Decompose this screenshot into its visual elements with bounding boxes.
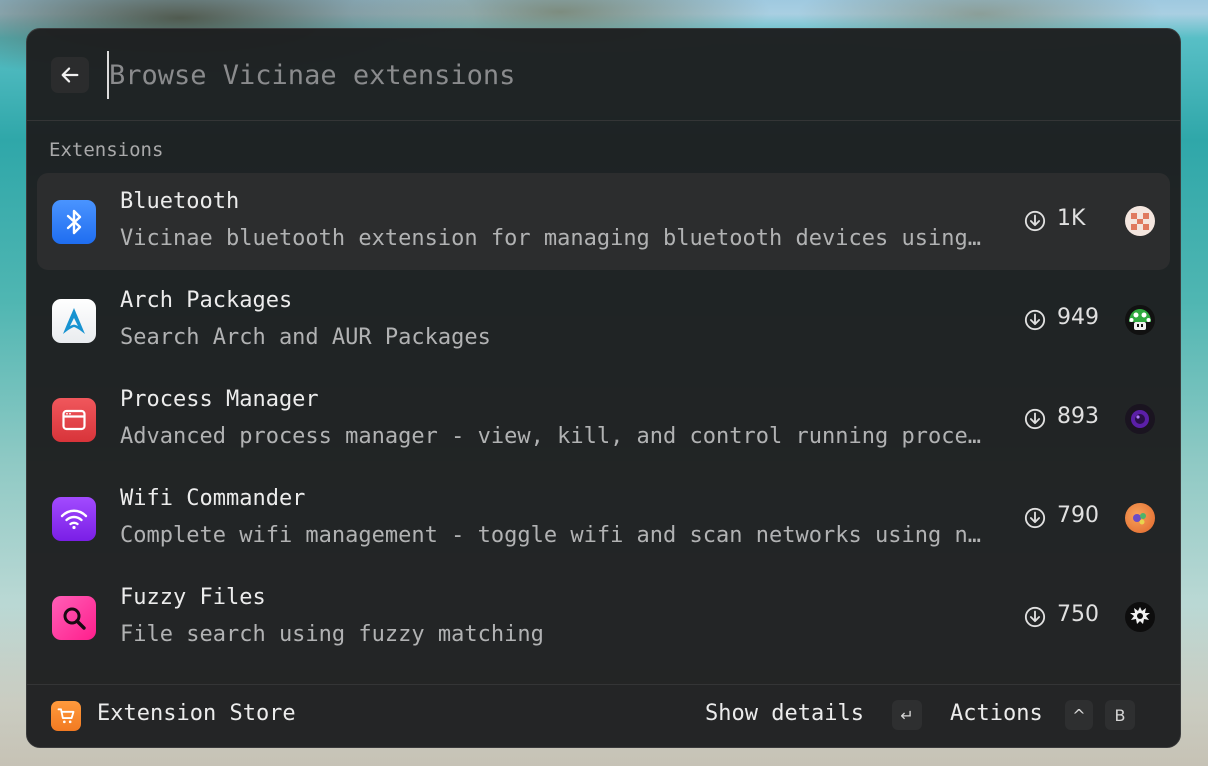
download-icon [1024,606,1046,628]
arrow-left-icon [61,67,79,83]
download-icon [1024,507,1046,529]
navigation-title: Extension Store [97,701,296,726]
bluetooth-icon [52,200,96,244]
wifi-icon [52,497,96,541]
extension-title: Arch Packages [120,288,293,313]
extension-title: Bluetooth [120,189,240,214]
extension-description: Search Arch and AUR Packages [120,325,491,350]
b-key-hint: B [1105,700,1135,730]
section-header: Extensions [49,139,164,161]
magnifier-icon [52,596,96,640]
search-bar [27,29,1180,121]
extension-description: Advanced process manager - view, kill, a… [120,424,992,449]
show-details-button[interactable]: Show details [705,701,864,726]
download-icon [1024,309,1046,331]
author-avatar [1125,206,1155,236]
download-count: 893 [1057,404,1099,429]
extension-row-fuzzy-files[interactable]: Fuzzy Files File search using fuzzy matc… [37,569,1170,666]
enter-key-hint: ↵ [892,700,922,730]
author-avatar [1125,602,1155,632]
author-avatar [1125,305,1155,335]
extension-title: Process Manager [120,387,319,412]
download-count: 949 [1057,305,1099,330]
extension-description: Vicinae bluetooth extension for managing… [120,226,992,251]
app-window-icon [52,398,96,442]
download-icon [1024,210,1046,232]
extension-row-wifi-commander[interactable]: Wifi Commander Complete wifi management … [37,470,1170,567]
extension-description: Complete wifi management - toggle wifi a… [120,523,992,548]
download-count: 790 [1057,503,1099,528]
shopping-cart-icon [51,701,81,731]
extension-title: Fuzzy Files [120,585,266,610]
extension-list: Bluetooth Vicinae bluetooth extension fo… [37,173,1170,668]
download-icon [1024,408,1046,430]
extension-title: Wifi Commander [120,486,306,511]
arch-linux-icon [52,299,96,343]
footer-bar: Extension Store Show details ↵ Actions ^… [27,684,1180,747]
extension-row-arch-packages[interactable]: Arch Packages Search Arch and AUR Packag… [37,272,1170,369]
extension-row-bluetooth[interactable]: Bluetooth Vicinae bluetooth extension fo… [37,173,1170,270]
download-count: 1K [1057,206,1086,231]
author-avatar [1125,404,1155,434]
extension-row-process-manager[interactable]: Process Manager Advanced process manager… [37,371,1170,468]
actions-button[interactable]: Actions [950,701,1043,726]
control-key-hint: ^ [1065,700,1093,730]
search-input[interactable] [107,51,1009,99]
launcher-window: Extensions Bluetooth Vicinae bluetooth e… [26,28,1181,748]
extension-description: File search using fuzzy matching [120,622,544,647]
back-button[interactable] [51,57,89,93]
download-count: 750 [1057,602,1099,627]
author-avatar [1125,503,1155,533]
